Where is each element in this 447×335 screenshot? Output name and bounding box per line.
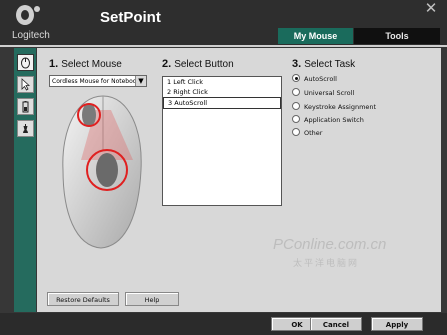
radio-selected-icon	[292, 74, 300, 82]
list-item-selected[interactable]: 3 AutoScroll	[163, 97, 281, 109]
mouse-illustration	[62, 95, 142, 249]
watermark: PConline.com.cn	[273, 236, 387, 253]
radio-application-switch[interactable]: Application Switch	[292, 114, 364, 126]
chess-piece-icon	[23, 124, 28, 133]
radio-icon	[292, 128, 300, 136]
sidebar-battery[interactable]	[17, 98, 34, 115]
step-select-button-heading: 2. Select Button	[162, 58, 234, 70]
brand-label: Logitech	[12, 30, 50, 41]
list-item[interactable]: 1 Left Click	[163, 77, 281, 87]
radio-keystroke-assignment[interactable]: Keystroke Assignment	[292, 101, 376, 113]
pointer-icon	[21, 78, 31, 91]
mouse-icon	[21, 57, 30, 69]
radio-icon	[292, 88, 300, 96]
list-item[interactable]: 2 Right Click	[163, 87, 281, 97]
watermark-chinese: 太平洋电脑网	[293, 259, 360, 269]
sidebar-game[interactable]	[17, 120, 34, 137]
app-title: SetPoint	[100, 9, 161, 26]
sidebar-pointer[interactable]	[17, 76, 34, 93]
sidebar	[14, 48, 36, 312]
battery-icon	[22, 101, 29, 113]
radio-other[interactable]: Other	[292, 127, 322, 139]
restore-defaults-button[interactable]: Restore Defaults	[47, 292, 119, 306]
apply-button[interactable]: Apply	[371, 317, 423, 331]
mouse-select-dropdown[interactable]: Cordless Mouse for Notebook ▼	[49, 75, 147, 87]
sidebar-mouse-buttons[interactable]	[17, 54, 34, 71]
radio-icon	[292, 115, 300, 123]
help-button[interactable]: Help	[125, 292, 179, 306]
button-list[interactable]: 1 Left Click 2 Right Click 3 AutoScroll	[162, 76, 282, 206]
close-icon[interactable]: ✕	[420, 0, 442, 16]
tab-tools[interactable]: Tools	[354, 28, 440, 44]
radio-autoscroll[interactable]: AutoScroll	[292, 73, 337, 85]
tab-my-mouse[interactable]: My Mouse	[278, 28, 353, 44]
step-select-mouse-heading: 1. Select Mouse	[49, 58, 122, 70]
header-bar: Logitech SetPoint ✕ My Mouse Tools	[0, 0, 447, 47]
cancel-button[interactable]: Cancel	[310, 317, 362, 331]
radio-icon	[292, 102, 300, 110]
radio-universal-scroll[interactable]: Universal Scroll	[292, 87, 354, 99]
settings-panel: 1. Select Mouse Cordless Mouse for Notebo…	[37, 48, 441, 312]
step-select-task-heading: 3. Select Task	[292, 58, 356, 70]
chevron-down-icon: ▼	[135, 76, 146, 86]
setpoint-window: Logitech SetPoint ✕ My Mouse Tools 1. Se…	[0, 0, 447, 335]
